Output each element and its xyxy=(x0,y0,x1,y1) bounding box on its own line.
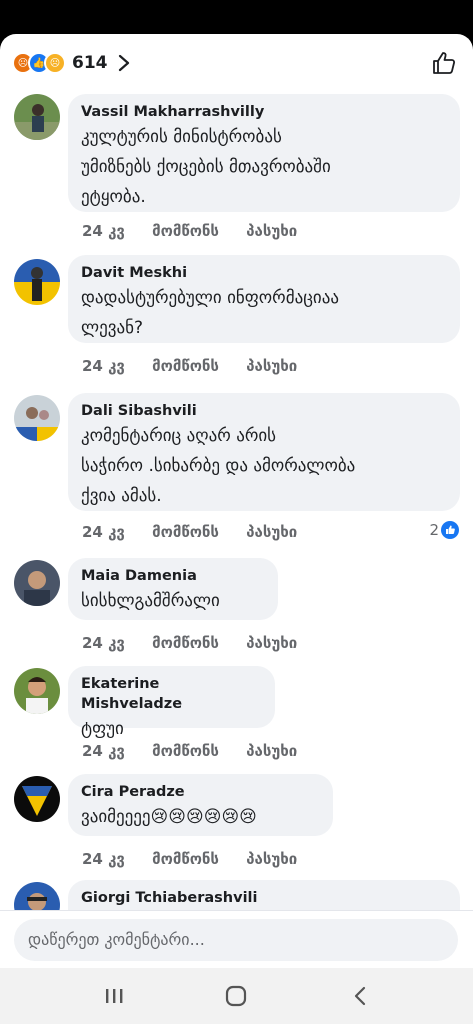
comment-bubble[interactable]: Davit Meskhi დადასტურებული ინფორმაციაა ლ… xyxy=(68,255,460,343)
like-reaction-icon xyxy=(441,521,459,539)
home-icon xyxy=(225,985,247,1007)
comment-text-line: სისხლგამშრალი xyxy=(81,591,220,611)
reply-link[interactable]: პასუხი xyxy=(246,742,297,760)
chevron-right-icon[interactable] xyxy=(118,54,130,72)
comment-bubble[interactable]: Vassil Makharrashvilly კულტურის მინისტრო… xyxy=(68,94,460,212)
comment-text-line: საჭირო .სიხარბე და ამორალობა xyxy=(81,456,356,476)
back-button[interactable] xyxy=(340,982,380,1010)
comment-time: 24 კვ xyxy=(82,742,125,760)
comments-screen: ☹ 👍 ☹ 614 Vassil Makharrashvilly კულტური… xyxy=(0,34,473,1024)
reply-link[interactable]: პასუხი xyxy=(246,357,297,375)
home-button[interactable] xyxy=(216,982,256,1010)
comment-bubble[interactable]: Ekaterine Mishveladze ტფუი xyxy=(68,666,275,739)
like-link[interactable]: მომწონს xyxy=(152,742,219,760)
comment-actions: 24 კვ მომწონს პასუხი xyxy=(82,850,319,868)
comment-bubble[interactable]: Cira Peradze ვაიმეეეე😢😢😢😢😢😢 xyxy=(68,774,333,836)
android-nav-bar xyxy=(0,968,473,1024)
avatar[interactable] xyxy=(14,94,60,140)
comment-bubble[interactable]: Maia Damenia სისხლგამშრალი xyxy=(68,558,278,620)
comment-time: 24 კვ xyxy=(82,634,125,652)
comment-text-line: კომენტარიც აღარ არის xyxy=(81,426,277,446)
reactions-summary[interactable]: ☹ 👍 ☹ 614 xyxy=(12,52,130,74)
comment-text-line: ქვია ამას. xyxy=(81,486,162,506)
sad-reaction-icon: ☹ xyxy=(44,52,66,74)
like-link[interactable]: მომწონს xyxy=(152,357,219,375)
like-link[interactable]: მომწონს xyxy=(152,634,219,652)
comment-actions: 24 კვ მომწონს პასუხი xyxy=(82,222,319,240)
avatar[interactable] xyxy=(14,259,60,305)
like-link[interactable]: მომწონს xyxy=(152,523,219,541)
reaction-number: 2 xyxy=(429,521,439,539)
comment-time: 24 კვ xyxy=(82,222,125,240)
commenter-name[interactable]: Giorgi Tchiaberashvili xyxy=(81,888,446,908)
commenter-name[interactable]: Davit Meskhi xyxy=(81,263,446,283)
comment-bubble[interactable]: Dali Sibashvili კომენტარიც აღარ არის საჭ… xyxy=(68,393,460,511)
comment-text-line: უმიზნებს ქოცების მთავრობაში xyxy=(81,157,331,177)
reply-link[interactable]: პასუხი xyxy=(246,523,297,541)
thumbs-up-icon[interactable] xyxy=(431,50,457,76)
comment-input-placeholder: დაწერეთ კომენტარი... xyxy=(28,930,205,949)
recents-button[interactable] xyxy=(94,982,134,1010)
reactions-header: ☹ 👍 ☹ 614 xyxy=(0,34,473,90)
avatar[interactable] xyxy=(14,776,60,822)
comment-time: 24 კვ xyxy=(82,357,125,375)
comment-text-line: დადასტურებული ინფორმაციაა xyxy=(81,288,339,308)
like-link[interactable]: მომწონს xyxy=(152,850,219,868)
comment-composer: დაწერეთ კომენტარი... xyxy=(0,910,473,969)
commenter-name[interactable]: Dali Sibashvili xyxy=(81,401,446,421)
commenter-name[interactable]: Ekaterine Mishveladze xyxy=(81,674,261,714)
comment-reaction-count[interactable]: 2 xyxy=(429,521,459,539)
comment-actions: 24 კვ მომწონს პასუხი xyxy=(82,357,319,375)
comment-time: 24 კვ xyxy=(82,850,125,868)
comment-text-line: ეტყობა. xyxy=(81,187,146,207)
avatar[interactable] xyxy=(14,395,60,441)
reply-link[interactable]: პასუხი xyxy=(246,222,297,240)
reply-link[interactable]: პასუხი xyxy=(246,634,297,652)
commenter-name[interactable]: Maia Damenia xyxy=(81,566,264,586)
comment-text-line: ტფუი xyxy=(81,719,124,739)
commenter-name[interactable]: Cira Peradze xyxy=(81,782,319,802)
comment-text-line: ლევან? xyxy=(81,318,143,338)
comment-text-line: კულტურის მინისტრობას xyxy=(81,127,282,147)
recents-icon xyxy=(106,989,123,1003)
reply-link[interactable]: პასუხი xyxy=(246,850,297,868)
comment-time: 24 კვ xyxy=(82,523,125,541)
back-icon xyxy=(354,986,366,1006)
comment-actions: 24 კვ მომწონს პასუხი xyxy=(82,634,319,652)
comment-input[interactable]: დაწერეთ კომენტარი... xyxy=(14,919,458,961)
reaction-count: 614 xyxy=(72,53,108,73)
avatar[interactable] xyxy=(14,668,60,714)
avatar[interactable] xyxy=(14,560,60,606)
commenter-name[interactable]: Vassil Makharrashvilly xyxy=(81,102,446,122)
like-link[interactable]: მომწონს xyxy=(152,222,219,240)
comment-actions: 24 კვ მომწონს პასუხი xyxy=(82,523,319,541)
comment-text-line: ვაიმეეეე😢😢😢😢😢😢 xyxy=(81,807,257,827)
comment-actions: 24 კვ მომწონს პასუხი xyxy=(82,742,319,760)
